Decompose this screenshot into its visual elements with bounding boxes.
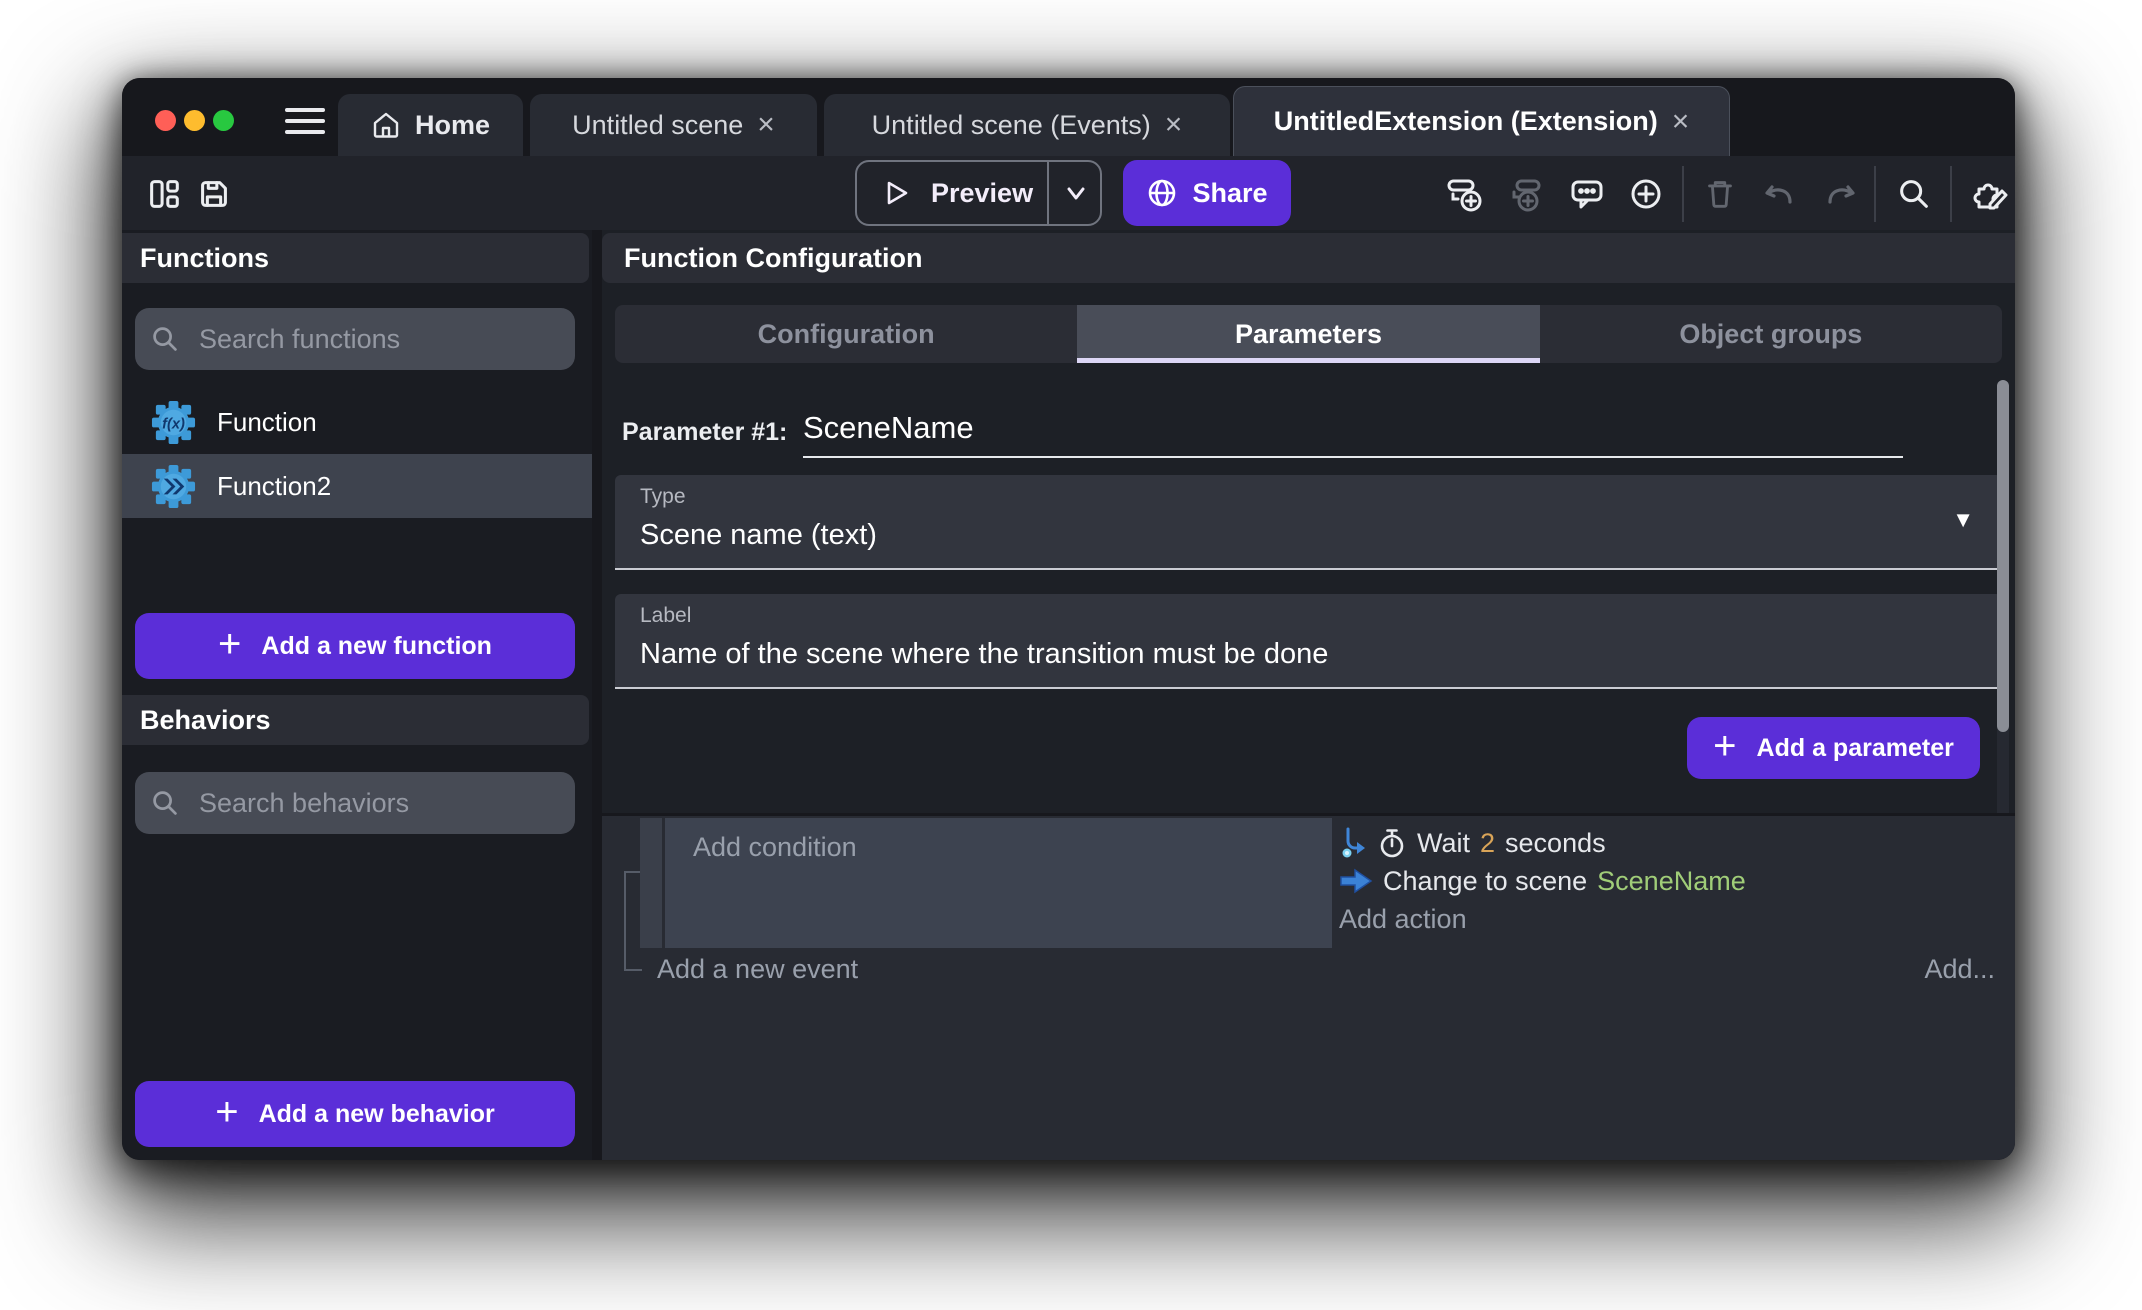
edit-extension-icon[interactable]	[1970, 174, 2010, 214]
tab-home[interactable]: Home	[338, 94, 523, 156]
add-behavior-button[interactable]: + Add a new behavior	[135, 1081, 575, 1147]
main-menu-icon[interactable]	[285, 108, 325, 134]
tab-label: Untitled scene	[572, 110, 743, 141]
add-more-link[interactable]: Add...	[1924, 954, 1995, 985]
async-icon	[1339, 827, 1367, 859]
change-scene-arrow-icon	[1339, 868, 1373, 894]
wait-seconds-value: 2	[1480, 828, 1495, 859]
search-behaviors-input[interactable]	[199, 788, 529, 819]
redo-icon[interactable]	[1820, 174, 1860, 214]
panel-title: Function Configuration	[602, 233, 2015, 283]
sidebar: Functions	[122, 230, 592, 1160]
add-parameter-button[interactable]: + Add a parameter	[1687, 717, 1980, 779]
search-icon[interactable]	[1894, 174, 1934, 214]
search-icon	[149, 787, 181, 819]
close-tab-icon[interactable]: ×	[757, 110, 775, 140]
type-field-value: Scene name (text)	[640, 519, 877, 552]
plus-icon: +	[215, 1092, 238, 1132]
scene-name-value: SceneName	[1597, 866, 1746, 897]
zoom-window-button[interactable]	[213, 110, 234, 131]
plus-icon: +	[218, 624, 241, 664]
functions-section-header: Functions	[122, 233, 589, 283]
type-select-field[interactable]: Type Scene name (text) ▼	[615, 475, 2002, 570]
tab-parameters[interactable]: Parameters	[1077, 305, 1539, 363]
parameter-name-input[interactable]: SceneName	[803, 410, 974, 446]
dropdown-caret-icon[interactable]: ▼	[1952, 507, 1974, 533]
function-name: Function2	[217, 471, 544, 502]
tab-untitled-extension[interactable]: UntitledExtension (Extension) ×	[1233, 86, 1730, 156]
tab-untitled-scene[interactable]: Untitled scene ×	[530, 94, 817, 156]
function-name: Function	[217, 407, 544, 438]
close-window-button[interactable]	[155, 110, 176, 131]
search-behaviors-box[interactable]	[135, 772, 575, 834]
add-condition-link[interactable]: Add condition	[693, 832, 857, 863]
add-comment-icon[interactable]	[1567, 174, 1607, 214]
function-list-item-selected[interactable]: Function2	[122, 454, 592, 518]
toolbar: Preview Share	[122, 156, 2015, 230]
add-function-button[interactable]: + Add a new function	[135, 613, 575, 679]
close-tab-icon[interactable]: ×	[1165, 110, 1183, 140]
action-wait[interactable]: Wait 2 seconds	[1339, 824, 1999, 862]
search-functions-box[interactable]	[135, 308, 575, 370]
scrollbar-thumb[interactable]	[1997, 380, 2009, 732]
behaviors-section-header: Behaviors	[122, 695, 589, 745]
function-configuration-panel: Function Configuration Configuration Par…	[602, 230, 2015, 1160]
function-list-item[interactable]: f(x) Function	[122, 390, 592, 454]
parameter-header-row: Parameter #1: SceneName	[622, 410, 1992, 456]
stopwatch-icon	[1377, 827, 1407, 859]
home-icon	[371, 110, 401, 140]
minimize-window-button[interactable]	[184, 110, 205, 131]
parameter-number-label: Parameter #1:	[622, 418, 787, 447]
delete-icon[interactable]	[1700, 174, 1740, 214]
add-new-event-link[interactable]: Add a new event	[657, 954, 858, 985]
tab-object-groups[interactable]: Object groups	[1540, 305, 2002, 363]
label-field-label: Label	[640, 604, 691, 628]
titlebar: Home Untitled scene × Untitled scene (Ev…	[122, 78, 2015, 156]
type-field-label: Type	[640, 485, 686, 509]
globe-icon	[1146, 177, 1178, 209]
svg-text:f(x): f(x)	[162, 416, 185, 432]
search-icon	[149, 323, 181, 355]
events-sheet: Add condition	[602, 813, 2015, 1160]
share-button[interactable]: Share	[1123, 160, 1291, 226]
share-label: Share	[1192, 178, 1267, 209]
tab-label: Home	[415, 110, 490, 141]
function-options-kebab-icon[interactable]	[544, 476, 564, 496]
label-text-field[interactable]: Label Name of the scene where the transi…	[615, 594, 2002, 689]
action-change-scene[interactable]: Change to scene SceneName	[1339, 862, 1999, 900]
preview-label: Preview	[931, 178, 1033, 209]
play-icon	[879, 176, 913, 210]
tab-label: Untitled scene (Events)	[872, 110, 1151, 141]
save-icon[interactable]	[194, 174, 234, 214]
preview-button[interactable]: Preview	[855, 160, 1102, 226]
tab-untitled-scene-events[interactable]: Untitled scene (Events) ×	[824, 94, 1230, 156]
function-options-kebab-icon[interactable]	[544, 412, 564, 432]
tab-label: UntitledExtension (Extension)	[1274, 106, 1658, 137]
configuration-tabs: Configuration Parameters Object groups	[615, 305, 2002, 363]
add-circle-icon[interactable]	[1626, 174, 1666, 214]
add-action-link[interactable]: Add action	[1339, 900, 1999, 938]
function-icon: f(x)	[150, 399, 197, 446]
label-field-value: Name of the scene where the transition m…	[640, 638, 1328, 671]
add-event-icon[interactable]	[1444, 174, 1484, 214]
plus-icon: +	[1713, 726, 1736, 766]
undo-icon[interactable]	[1760, 174, 1800, 214]
preview-options-chevron-icon[interactable]	[1061, 182, 1091, 206]
parameter-options-kebab-icon[interactable]	[1952, 418, 1972, 438]
close-tab-icon[interactable]: ×	[1672, 107, 1690, 137]
search-functions-input[interactable]	[199, 324, 529, 355]
function2-icon	[150, 463, 197, 510]
add-subevent-icon[interactable]	[1507, 174, 1547, 214]
event-actions-panel: Wait 2 seconds Change to scene SceneName…	[1339, 824, 1999, 938]
event-gutter[interactable]	[640, 818, 662, 948]
event-conditions-panel[interactable]: Add condition	[665, 818, 1332, 948]
tab-configuration[interactable]: Configuration	[615, 305, 1077, 363]
app-window: Home Untitled scene × Untitled scene (Ev…	[122, 78, 2015, 1160]
toggle-panels-icon[interactable]	[144, 174, 184, 214]
